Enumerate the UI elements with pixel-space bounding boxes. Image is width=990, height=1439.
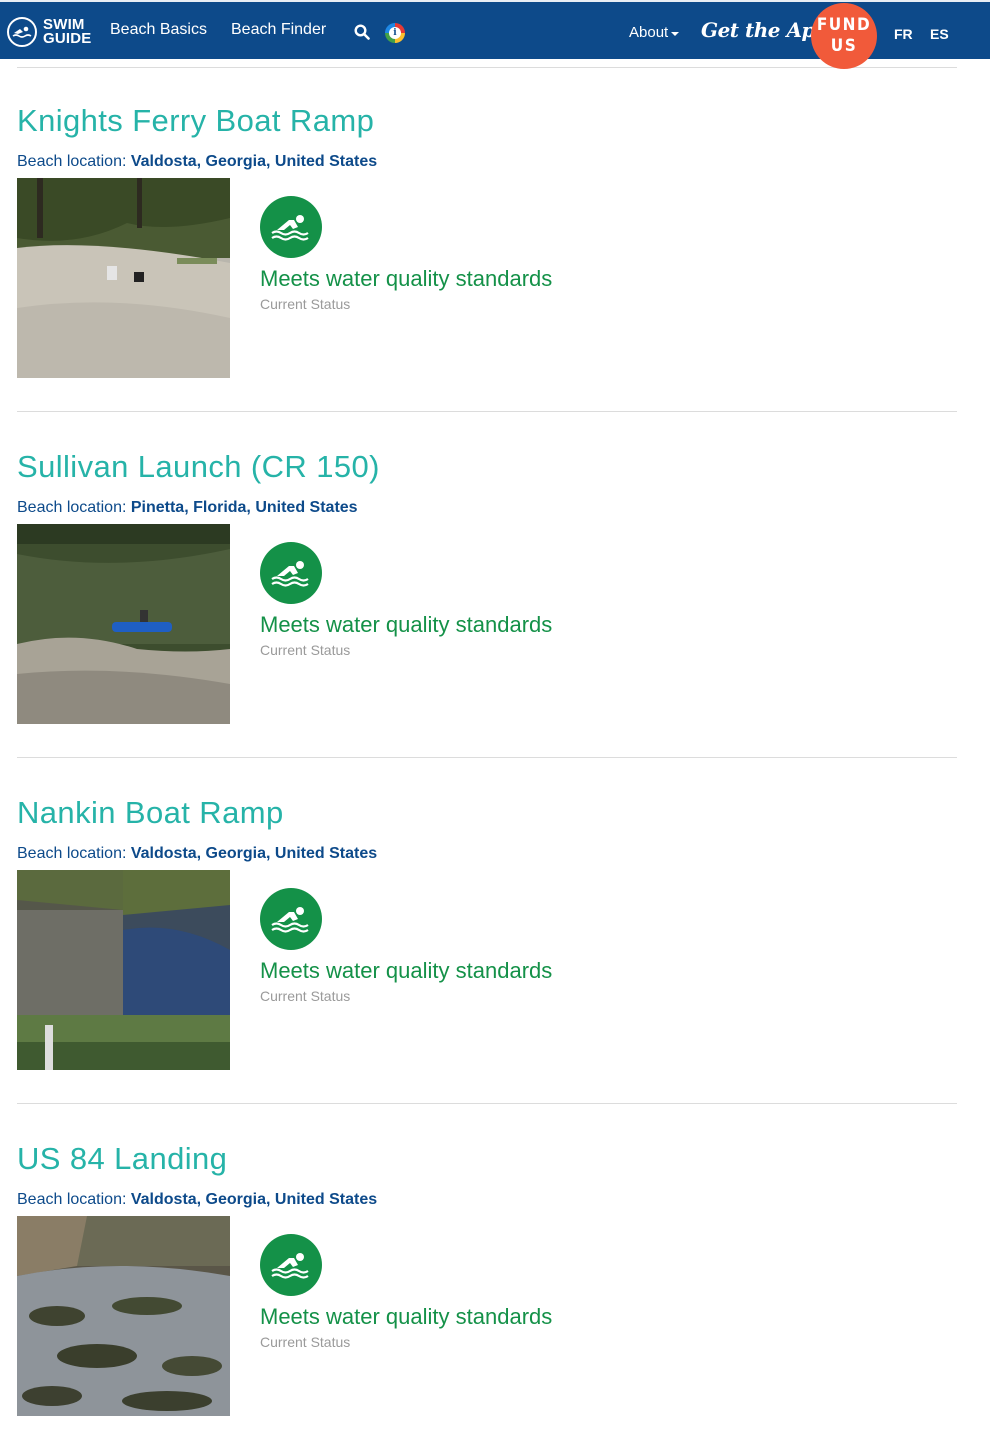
status-text: Meets water quality standards xyxy=(260,958,553,983)
swimmer-logo-icon xyxy=(7,17,37,47)
nav-beach-finder[interactable]: Beach Finder xyxy=(231,21,326,39)
swimmer-icon xyxy=(260,1234,322,1296)
beach-title[interactable]: US 84 Landing xyxy=(17,1141,227,1177)
swimmer-icon xyxy=(260,542,322,604)
beach-photo[interactable] xyxy=(17,870,230,1070)
beach-location-link[interactable]: Pinetta, Florida, United States xyxy=(131,499,358,516)
status-caption: Current Status xyxy=(260,642,351,658)
swimmer-icon xyxy=(260,196,322,258)
divider xyxy=(17,411,957,412)
swim-guide-logo[interactable]: SWIM GUIDE xyxy=(7,15,92,49)
status-text: Meets water quality standards xyxy=(260,612,553,637)
status-caption: Current Status xyxy=(260,296,351,312)
top-navbar: SWIM GUIDE Beach Basics Beach Finder i A… xyxy=(0,0,990,69)
language-es[interactable]: ES xyxy=(930,26,949,42)
beach-card: Knights Ferry Boat Ramp Beach location: … xyxy=(17,103,957,378)
beach-title[interactable]: Nankin Boat Ramp xyxy=(17,795,284,831)
beach-location: Beach location: Valdosta, Georgia, Unite… xyxy=(17,845,378,862)
divider xyxy=(17,757,957,758)
divider xyxy=(17,67,957,68)
beach-card: Nankin Boat Ramp Beach location: Valdost… xyxy=(17,795,957,1070)
beach-photo[interactable] xyxy=(17,178,230,378)
beach-photo[interactable] xyxy=(17,524,230,724)
beach-location-link[interactable]: Valdosta, Georgia, United States xyxy=(131,153,377,170)
beach-location: Beach location: Valdosta, Georgia, Unite… xyxy=(17,1191,378,1208)
about-label: About xyxy=(629,24,669,41)
beach-photo[interactable] xyxy=(17,1216,230,1416)
fund-us-button[interactable]: FUND US xyxy=(811,3,877,69)
status-caption: Current Status xyxy=(260,1334,351,1350)
beach-location: Beach location: Pinetta, Florida, United… xyxy=(17,499,358,516)
status-text: Meets water quality standards xyxy=(260,1304,553,1329)
info-icon[interactable]: i xyxy=(385,23,405,43)
beach-location-link[interactable]: Valdosta, Georgia, United States xyxy=(131,845,377,862)
search-icon[interactable] xyxy=(354,24,370,40)
status-text: Meets water quality standards xyxy=(260,266,553,291)
divider xyxy=(17,1103,957,1104)
nav-beach-basics[interactable]: Beach Basics xyxy=(110,21,207,39)
language-fr[interactable]: FR xyxy=(894,26,913,42)
caret-down-icon xyxy=(671,31,680,36)
beach-title[interactable]: Knights Ferry Boat Ramp xyxy=(17,103,374,139)
status-caption: Current Status xyxy=(260,988,351,1004)
about-dropdown[interactable]: About xyxy=(629,24,680,41)
beach-location-link[interactable]: Valdosta, Georgia, United States xyxy=(131,1191,377,1208)
logo-wordmark: SWIM GUIDE xyxy=(43,16,92,47)
get-the-app-link[interactable]: Get the App xyxy=(701,18,829,42)
beach-location: Beach location: Valdosta, Georgia, Unite… xyxy=(17,153,378,170)
beach-card: US 84 Landing Beach location: Valdosta, … xyxy=(17,1141,957,1416)
beach-title[interactable]: Sullivan Launch (CR 150) xyxy=(17,449,380,485)
swimmer-icon xyxy=(260,888,322,950)
beach-card: Sullivan Launch (CR 150) Beach location:… xyxy=(17,449,957,724)
